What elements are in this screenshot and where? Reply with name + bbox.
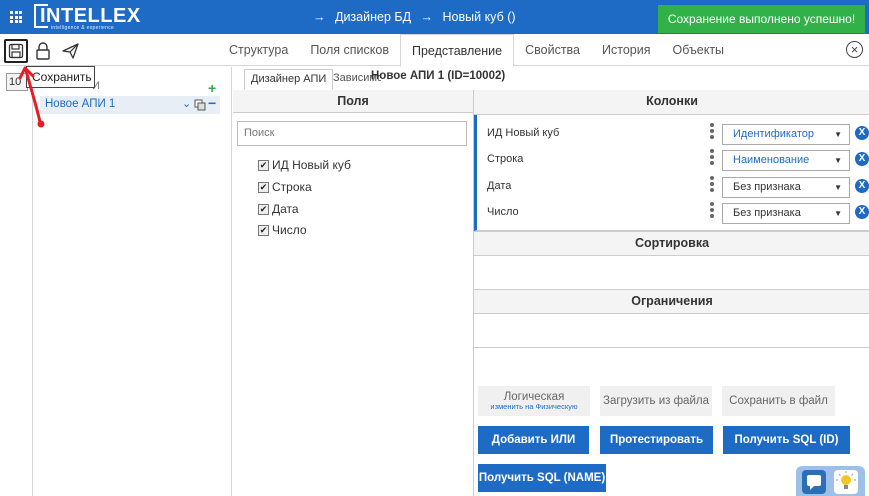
tab-structure[interactable]: Структура xyxy=(218,34,299,66)
field-row[interactable]: ✔ Число xyxy=(258,223,307,237)
column-name: Дата xyxy=(487,180,512,192)
select-value: Без признака xyxy=(733,207,801,219)
lock-button[interactable] xyxy=(31,39,55,63)
dropdown-arrow-icon: ▼ xyxy=(834,156,842,165)
breadcrumb-item-new-cube[interactable]: Новый куб () xyxy=(443,10,516,24)
api-title: Новое АПИ 1 (ID=10002) xyxy=(371,70,506,82)
logical-mode-sub: изменить на Физическую xyxy=(490,402,578,412)
field-row[interactable]: ✔ Строка xyxy=(258,180,312,194)
lightbulb-icon[interactable] xyxy=(834,470,858,494)
column-row: Число Без признака ▼ X xyxy=(485,202,869,224)
columns-heading: Колонки xyxy=(474,90,869,115)
copy-icon[interactable] xyxy=(194,99,206,114)
subtab-api-designer[interactable]: Дизайнер АПИ xyxy=(244,69,334,90)
tab-objects[interactable]: Объекты xyxy=(661,34,735,66)
api-item-label: Новое АПИ 1 xyxy=(45,98,116,110)
publish-button[interactable] xyxy=(58,39,82,63)
fields-panel: Дизайнер АПИ Зависимости Новое АПИ 1 (ID… xyxy=(233,67,505,496)
search-input[interactable]: Поиск xyxy=(237,121,467,146)
field-row[interactable]: ✔ Дата xyxy=(258,202,299,216)
tab-history[interactable]: История xyxy=(591,34,661,66)
close-icon[interactable]: × xyxy=(846,41,863,58)
column-name: ИД Новый куб xyxy=(487,127,560,139)
dropdown-arrow-icon: ▼ xyxy=(834,183,842,192)
chat-icon[interactable] xyxy=(802,470,826,494)
logical-mode-button[interactable]: Логическая изменить на Физическую xyxy=(478,386,590,416)
drag-handle-icon[interactable] xyxy=(710,123,714,141)
column-role-select[interactable]: Наименование ▼ xyxy=(722,150,850,171)
drag-handle-icon[interactable] xyxy=(710,149,714,167)
column-row: Дата Без признака ▼ X xyxy=(485,176,869,198)
checkbox[interactable]: ✔ xyxy=(258,181,269,193)
add-or-button[interactable]: Добавить ИЛИ xyxy=(478,426,589,454)
checkbox[interactable]: ✔ xyxy=(258,203,269,215)
breadcrumb-arrow: → xyxy=(313,10,326,24)
column-row: ИД Новый куб Идентификатор ▼ X xyxy=(485,123,869,145)
remove-column-button[interactable]: X xyxy=(855,205,869,219)
drag-handle-icon[interactable] xyxy=(710,176,714,194)
add-api-icon[interactable]: + xyxy=(208,80,216,96)
breadcrumb: → Дизайнер БД → Новый куб () xyxy=(313,10,522,24)
tab-view[interactable]: Представление xyxy=(399,34,515,67)
column-name: Число xyxy=(487,206,519,218)
get-sql-id-button[interactable]: Получить SQL (ID) xyxy=(723,426,850,454)
left-rail xyxy=(0,67,33,496)
save-to-file-label: Сохранить в файл xyxy=(729,394,828,407)
field-label: Строка xyxy=(272,180,312,194)
remove-column-button[interactable]: X xyxy=(855,126,869,140)
success-notification: Сохранение выполнено успешно! xyxy=(658,5,865,33)
logo-subtitle: intelligence & experience xyxy=(51,25,115,31)
tab-list-fields[interactable]: Поля списков xyxy=(299,34,400,66)
floppy-disk-icon xyxy=(8,43,24,59)
remove-column-button[interactable]: X xyxy=(855,152,869,166)
paper-plane-icon xyxy=(61,43,79,59)
checkbox[interactable]: ✔ xyxy=(258,159,269,171)
limits-heading: Ограничения xyxy=(474,289,869,314)
toolbar-row: Структура Поля списков Представление Сво… xyxy=(0,34,869,67)
test-button[interactable]: Протестировать xyxy=(600,426,713,454)
list-item-api[interactable]: Новое АПИ 1 ⌄ − xyxy=(40,95,220,114)
field-label: Число xyxy=(272,223,307,237)
main-tabs: Структура Поля списков Представление Сво… xyxy=(218,34,735,67)
column-row: Строка Наименование ▼ X xyxy=(485,149,869,171)
remove-api-icon[interactable]: − xyxy=(208,95,216,111)
help-widget xyxy=(796,466,865,496)
field-label: ИД Новый куб xyxy=(272,158,351,172)
apps-grid-icon[interactable] xyxy=(10,11,22,23)
get-sql-name-button[interactable]: Получить SQL (NAME) xyxy=(478,464,606,492)
dropdown-arrow-icon: ▼ xyxy=(834,130,842,139)
drag-handle-icon[interactable] xyxy=(710,202,714,220)
lock-icon xyxy=(36,42,50,60)
checkbox[interactable]: ✔ xyxy=(258,224,269,236)
chevron-down-icon[interactable]: ⌄ xyxy=(182,97,191,110)
save-to-file-button[interactable]: Сохранить в файл xyxy=(722,386,835,416)
breadcrumb-arrow: → xyxy=(420,10,434,24)
breadcrumb-item-db-designer[interactable]: Дизайнер БД xyxy=(335,10,411,24)
tab-properties[interactable]: Свойства xyxy=(514,34,591,66)
sort-heading: Сортировка xyxy=(474,231,869,256)
column-name: Строка xyxy=(487,153,524,165)
fields-heading: Поля xyxy=(233,90,473,113)
select-value: Без признака xyxy=(733,181,801,193)
remove-column-button[interactable]: X xyxy=(855,179,869,193)
column-role-select[interactable]: Без признака ▼ xyxy=(722,177,850,198)
save-button[interactable] xyxy=(4,39,28,63)
top-bar: INTELLEX intelligence & experience → Диз… xyxy=(0,0,869,34)
column-role-select[interactable]: Идентификатор ▼ xyxy=(722,124,850,145)
columns-list: ИД Новый куб Идентификатор ▼ X Строка Наи… xyxy=(474,115,869,231)
load-from-file-button[interactable]: Загрузить из файла xyxy=(600,386,712,416)
api-list-panel xyxy=(33,67,232,496)
dropdown-arrow-icon: ▼ xyxy=(834,209,842,218)
select-value: Идентификатор xyxy=(733,128,814,140)
select-value: Наименование xyxy=(733,154,810,166)
column-role-select[interactable]: Без признака ▼ xyxy=(722,203,850,224)
field-row[interactable]: ✔ ИД Новый куб xyxy=(258,158,351,172)
field-label: Дата xyxy=(272,202,299,216)
load-from-file-label: Загрузить из файла xyxy=(603,394,709,407)
annotation-arrow xyxy=(18,66,45,128)
